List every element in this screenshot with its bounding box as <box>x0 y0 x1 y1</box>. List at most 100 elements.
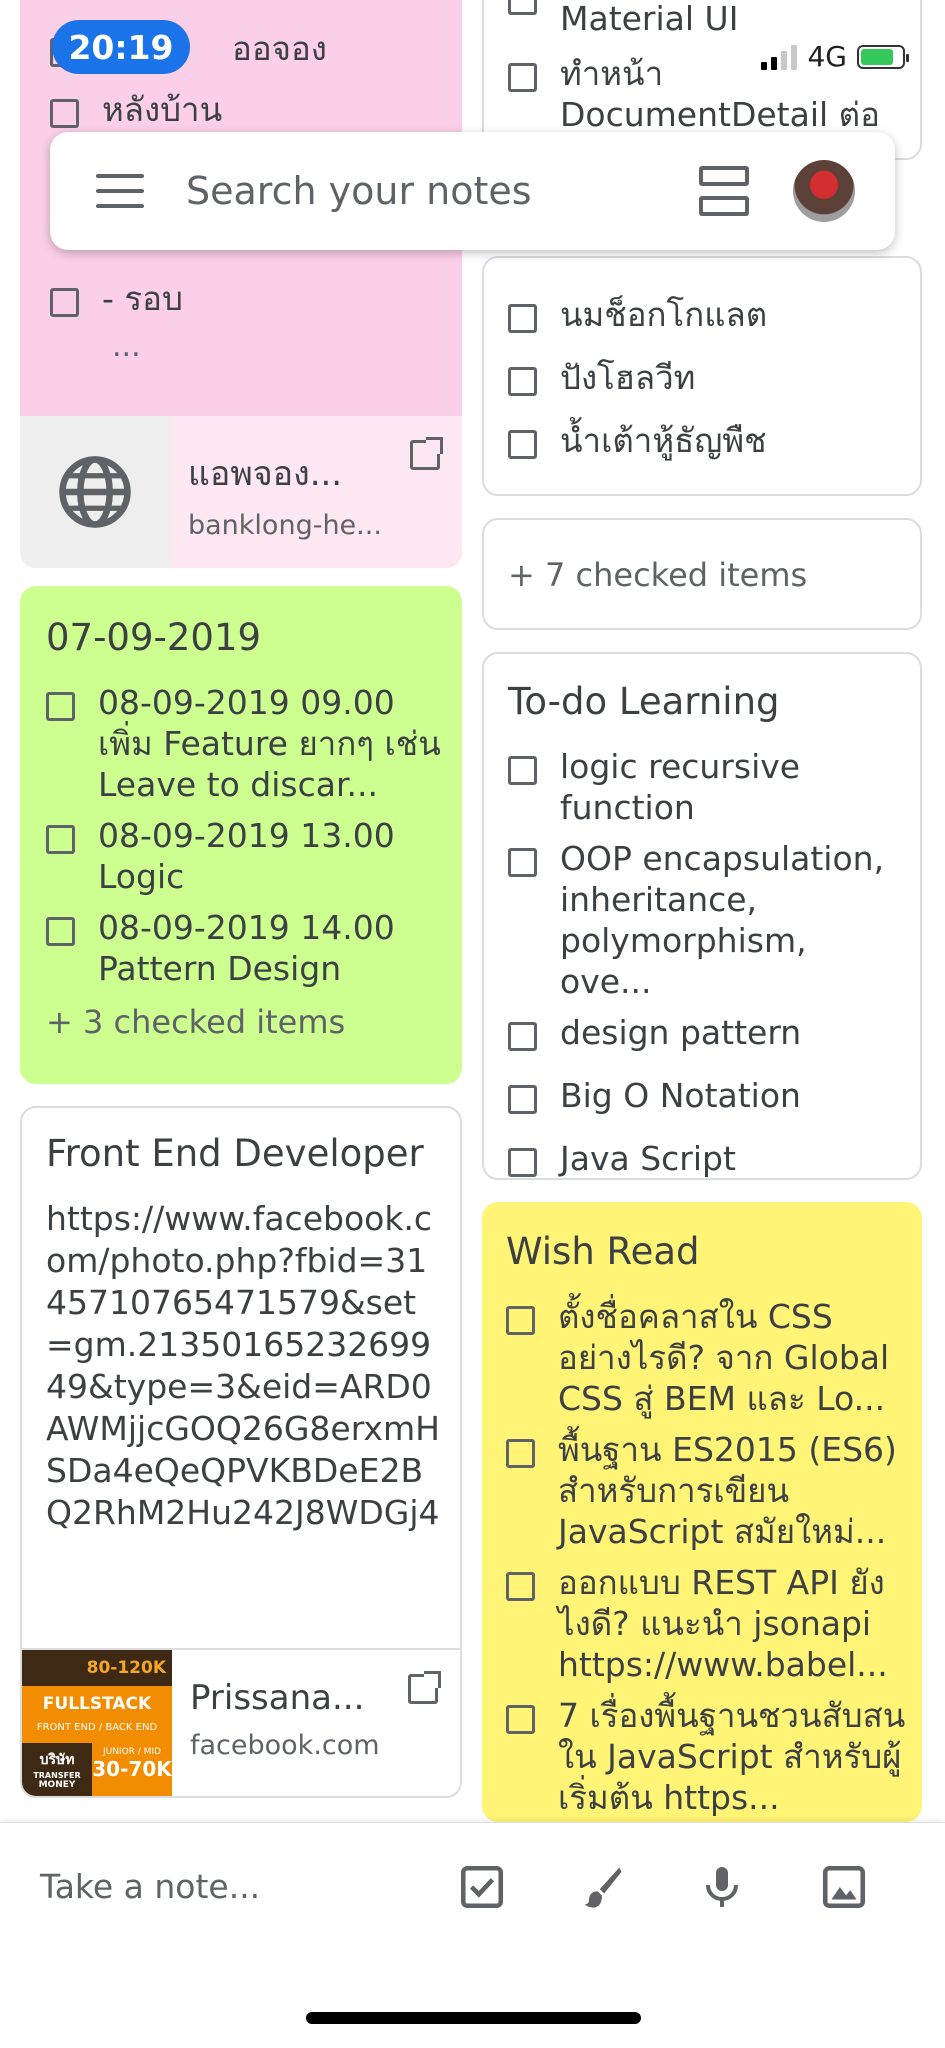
note-body: https://www.facebook.com/photo.php?fbid=… <box>46 1199 440 1532</box>
new-list-button[interactable] <box>452 1857 512 1917</box>
checklist-item: นมช็อกโกแลต <box>508 294 908 335</box>
link-thumbnail: 80-120K FULLSTACK FRONT END / BACK END บ… <box>22 1650 172 1796</box>
note-green[interactable]: 07-09-2019 08-09-2019 09.00 เพิ่ม Featur… <box>20 586 462 1084</box>
voice-note-button[interactable] <box>692 1857 752 1917</box>
image-note-button[interactable] <box>814 1857 874 1917</box>
link-preview[interactable]: แอพจอง... banklong-he... <box>20 416 462 568</box>
thumb-fullstack: FULLSTACK <box>42 1693 152 1714</box>
bottom-bar: Take a note... <box>0 1822 945 2048</box>
item-text: น้ำเต้าหู้ธัญพืช <box>560 421 767 460</box>
checkbox[interactable] <box>508 1022 537 1051</box>
take-note-input[interactable]: Take a note... <box>40 1867 260 1906</box>
checklist-item: ปังโฮลวีท <box>508 357 908 398</box>
search-bar[interactable]: Search your notes <box>50 132 895 250</box>
checkbox[interactable] <box>508 304 537 333</box>
item-text: - รอบ <box>102 279 183 318</box>
checkbox[interactable] <box>508 848 537 877</box>
checklist-item: design pattern <box>508 1012 908 1053</box>
link-title: Prissana... <box>190 1678 365 1718</box>
checklist-item: น้ำเต้าหู้ธัญพืช <box>508 420 908 461</box>
home-indicator[interactable] <box>306 2012 641 2024</box>
checklist-item: 08-09-2019 14.00 Pattern Design <box>46 907 446 989</box>
checkbox[interactable] <box>46 825 75 854</box>
item-text: พื้นฐาน ES2015 (ES6) สำหรับการเขียน Java… <box>558 1430 897 1551</box>
checklist-item: ออกแบบ REST API ยังไงดี? แนะนำ jsonapi h… <box>506 1562 906 1685</box>
checklist-item: OOP encapsulation, inheritance, polymorp… <box>508 838 908 1002</box>
checklist-item: logic recursive function <box>508 746 908 828</box>
checked-items-count: + 3 checked items <box>46 1003 346 1041</box>
item-text: 7 เรื่องพื้นฐานชวนสับสนใน JavaScript สำห… <box>558 1696 906 1817</box>
open-link-icon[interactable] <box>410 437 443 470</box>
list-view-icon[interactable] <box>699 166 749 216</box>
link-info: Prissana... facebook.com <box>172 1650 460 1796</box>
checkbox[interactable] <box>508 63 537 92</box>
mic-icon <box>706 1867 738 1907</box>
checkbox[interactable] <box>506 1705 535 1734</box>
checkbox[interactable] <box>508 1085 537 1114</box>
thumb-company: บริษัท TRANSFER MONEY <box>22 1742 92 1796</box>
checkbox[interactable] <box>506 1572 535 1601</box>
checklist-item: - รอบ <box>50 278 183 319</box>
note-title: 07-09-2019 <box>46 616 262 659</box>
checklist-item: 08-09-2019 09.00 เพิ่ม Feature ยากๆ เช่น… <box>46 682 446 805</box>
checkbox[interactable] <box>508 1148 537 1177</box>
note-todo-learning[interactable]: To-do Learning logic recursive function … <box>482 652 922 1180</box>
new-drawing-button[interactable] <box>572 1857 632 1917</box>
note-title: Wish Read <box>506 1230 700 1273</box>
brush-icon <box>584 1867 622 1908</box>
item-text: logic recursive function <box>560 747 801 827</box>
network-label: 4G <box>807 40 847 73</box>
link-domain: banklong-he... <box>188 510 382 541</box>
note-title: Front End Developer <box>46 1132 424 1175</box>
link-title: แอพจอง... <box>188 454 343 494</box>
open-link-icon[interactable] <box>408 1671 441 1704</box>
note-shopping[interactable]: นมช็อกโกแลต ปังโฮลวีท น้ำเต้าหู้ธัญพืช <box>482 256 922 496</box>
item-text: Java Script <box>560 1139 736 1178</box>
item-text: ปังโฮลวีท <box>560 358 696 397</box>
note-front-end-developer[interactable]: Front End Developer https://www.facebook… <box>20 1106 462 1798</box>
checkbox[interactable] <box>50 99 79 128</box>
link-preview[interactable]: 80-120K FULLSTACK FRONT END / BACK END บ… <box>22 1648 460 1796</box>
checklist-item: 08-09-2019 13.00 Logic <box>46 815 446 897</box>
note-checked-items[interactable]: + 7 checked items <box>482 518 922 630</box>
checklist-item: Material UI <box>508 0 908 39</box>
checkbox[interactable] <box>508 756 537 785</box>
checkbox[interactable] <box>506 1306 535 1335</box>
menu-icon[interactable] <box>96 174 144 208</box>
status-time: 20:19 <box>52 20 190 74</box>
avatar[interactable] <box>793 160 855 222</box>
globe-icon <box>59 456 131 528</box>
item-text: 08-09-2019 14.00 Pattern Design <box>98 908 395 988</box>
link-thumbnail <box>20 416 170 568</box>
checkbox[interactable] <box>508 0 537 15</box>
checklist-item: Big O Notation <box>508 1075 908 1116</box>
item-text: 08-09-2019 13.00 Logic <box>98 816 395 896</box>
checkbox[interactable] <box>50 288 79 317</box>
thumb-junior: JUNIOR / MID 30-70K <box>92 1742 172 1796</box>
image-icon <box>822 1865 866 1909</box>
thumb-transfer: TRANSFER <box>33 1770 81 1780</box>
checked-items-count: + 7 checked items <box>508 556 808 594</box>
checkbox[interactable] <box>506 1439 535 1468</box>
checkbox[interactable] <box>508 430 537 459</box>
thumb-junior-label: JUNIOR / MID <box>102 1746 162 1757</box>
note-wish-read[interactable]: Wish Read ตั้งชื่อคลาสใน CSS อย่างไรดี? … <box>482 1202 922 1822</box>
note-pink[interactable]: ออจอง หลังบ้าน - รอบ ... แอพจอง... bankl… <box>20 0 462 568</box>
item-text: ออกแบบ REST API ยังไงดี? แนะนำ jsonapi h… <box>558 1563 888 1684</box>
checklist-item: พื้นฐาน ES2015 (ES6) สำหรับการเขียน Java… <box>506 1429 906 1552</box>
search-input[interactable]: Search your notes <box>186 169 699 213</box>
checkbox[interactable] <box>46 917 75 946</box>
checklist-item: Java Script <box>508 1138 908 1178</box>
item-text: Material UI <box>560 0 739 38</box>
thumb-money: MONEY <box>38 1779 76 1790</box>
checkbox[interactable] <box>46 692 75 721</box>
thumb-company-label: บริษัท <box>39 1751 75 1768</box>
status-indicators: 4G <box>761 40 909 73</box>
item-text: ตั้งชื่อคลาสใน CSS อย่างไรดี? จาก Global… <box>558 1297 890 1418</box>
item-text: หลังบ้าน <box>102 90 223 129</box>
checklist-item: 7 เรื่องพื้นฐานชวนสับสนใน JavaScript สำห… <box>506 1695 906 1818</box>
checkbox[interactable] <box>508 367 537 396</box>
checklist-item: ตั้งชื่อคลาสใน CSS อย่างไรดี? จาก Global… <box>506 1296 906 1419</box>
signal-icon <box>761 44 798 70</box>
thumb-salary: 30-70K <box>92 1756 172 1781</box>
